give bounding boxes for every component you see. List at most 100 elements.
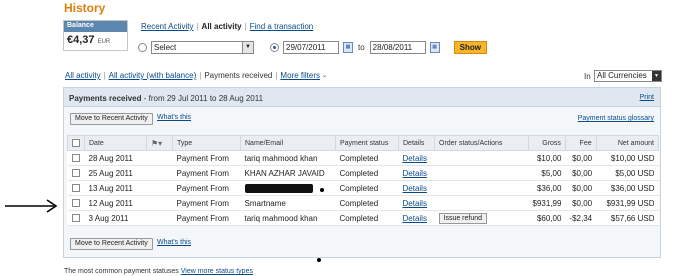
- currency-in-label: In: [584, 72, 591, 81]
- row-checkbox[interactable]: [71, 184, 80, 193]
- details-link[interactable]: Details: [403, 199, 427, 208]
- view-more-status-types-link[interactable]: View more status types: [181, 268, 253, 275]
- row-gross: $10,00: [528, 150, 566, 166]
- table-row: 25 Aug 2011 Payment From KHAN AZHAR JAVA…: [67, 165, 659, 181]
- row-type: Payment From: [172, 150, 241, 166]
- row-net: $5,00 USD: [596, 165, 659, 181]
- col-actions: Order status/Actions: [434, 135, 529, 151]
- row-name: Smartname: [240, 195, 336, 211]
- move-to-recent-button-bottom[interactable]: Move to Recent Activity: [70, 238, 153, 250]
- page-title: History: [64, 1, 106, 15]
- row-checkbox[interactable]: [71, 169, 80, 178]
- stray-dot: [320, 188, 324, 192]
- period-select[interactable]: Select ▼: [151, 40, 254, 54]
- row-fee: $0,00: [565, 195, 597, 211]
- payments-panel: Payments received - from 29 Jul 2011 to …: [63, 87, 661, 258]
- date-from-field[interactable]: 29/07/2011: [283, 40, 339, 54]
- show-button[interactable]: Show: [453, 40, 488, 54]
- row-net: $931,99 USD: [596, 195, 659, 211]
- chevron-down-icon: ⌄: [321, 73, 328, 79]
- row-fee: $0,00: [565, 150, 597, 166]
- tab-find-transaction[interactable]: Find a transaction: [247, 22, 317, 31]
- more-filters-link[interactable]: More filters ⌄: [280, 71, 327, 80]
- row-date: 25 Aug 2011: [84, 165, 173, 181]
- col-status: Payment status: [335, 135, 399, 151]
- row-net: $10,00 USD: [596, 150, 659, 166]
- whats-this-link-top[interactable]: What's this: [157, 114, 191, 121]
- transactions-table: Date ⚑▾ Type Name/Email Payment status D…: [67, 135, 660, 226]
- print-link[interactable]: Print: [640, 94, 654, 101]
- row-date: 12 Aug 2011: [84, 195, 173, 211]
- row-gross: $36,00: [528, 180, 566, 196]
- row-checkbox[interactable]: [71, 214, 80, 223]
- row-gross: $5,00: [528, 165, 566, 181]
- payment-status-glossary-link[interactable]: Payment status glossary: [578, 115, 654, 122]
- move-to-recent-button-top[interactable]: Move to Recent Activity: [70, 113, 153, 125]
- details-link[interactable]: Details: [403, 214, 427, 223]
- row-action: [434, 150, 529, 166]
- calendar-icon[interactable]: ▦: [343, 41, 353, 53]
- subtab-payments-received: Payments received: [204, 71, 273, 80]
- row-type: Payment From: [172, 195, 241, 211]
- col-net: Net amount: [595, 135, 660, 151]
- row-status: Completed: [335, 150, 399, 166]
- table-row: 3 Aug 2011 Payment From tariq mahmood kh…: [67, 210, 659, 226]
- subtab-all-activity[interactable]: All activity: [65, 71, 101, 80]
- details-link[interactable]: Details: [403, 169, 427, 178]
- row-status: Completed: [335, 165, 399, 181]
- row-date: 28 Aug 2011: [84, 150, 173, 166]
- select-all-checkbox[interactable]: [72, 139, 80, 147]
- subtab-all-activity-balance[interactable]: All activity (with balance): [109, 71, 197, 80]
- stray-dot: [317, 258, 321, 262]
- details-link[interactable]: Details: [403, 154, 427, 163]
- col-gross: Gross: [528, 135, 566, 151]
- period-select-radio[interactable]: [138, 42, 147, 52]
- currency-select[interactable]: All Currencies ▼: [594, 70, 662, 82]
- activity-subtabs: All activity | All activity (with balanc…: [65, 71, 328, 80]
- row-status: Completed: [335, 210, 399, 226]
- to-label: to: [358, 42, 365, 52]
- row-action: [434, 195, 529, 211]
- table-header-row: Date ⚑▾ Type Name/Email Payment status D…: [67, 135, 660, 151]
- balance-amount: €4,37 EUR: [67, 34, 111, 46]
- col-details: Details: [398, 135, 435, 151]
- row-status: Completed: [335, 180, 399, 196]
- row-net: $57,66 USD: [596, 210, 659, 226]
- row-status: Completed: [335, 195, 399, 211]
- col-fee: Fee: [564, 135, 597, 151]
- row-checkbox[interactable]: [71, 199, 80, 208]
- table-row: 13 Aug 2011 Payment From Completed Detai…: [67, 180, 659, 196]
- view-tabs: Recent Activity | All activity | Find a …: [138, 22, 316, 31]
- issue-refund-button[interactable]: Issue refund: [438, 212, 488, 224]
- row-date: 3 Aug 2011: [84, 210, 173, 226]
- row-action: [434, 180, 529, 196]
- tab-recent-activity[interactable]: Recent Activity: [138, 22, 196, 31]
- chevron-down-icon: ▼: [652, 71, 661, 81]
- chevron-down-icon: ▼: [242, 41, 253, 53]
- row-type: Payment From: [172, 210, 241, 226]
- redaction-mark: [244, 183, 313, 193]
- row-checkbox[interactable]: [71, 154, 80, 163]
- row-gross: $931,99: [528, 195, 566, 211]
- balance-currency: EUR: [97, 39, 111, 45]
- row-net: $36,00 USD: [596, 180, 659, 196]
- date-range-radio[interactable]: [270, 42, 279, 52]
- calendar-icon[interactable]: ▦: [429, 41, 440, 53]
- row-name: tariq mahmood khan: [240, 150, 336, 166]
- table-row: 28 Aug 2011 Payment From tariq mahmood k…: [67, 150, 659, 166]
- col-flag[interactable]: ⚑▾: [146, 135, 173, 151]
- row-fee: -$2,34: [565, 210, 597, 226]
- row-name: KHAN AZHAR JAVAID: [240, 165, 336, 181]
- col-date[interactable]: Date: [84, 135, 147, 151]
- whats-this-link-bottom[interactable]: What's this: [157, 239, 191, 246]
- tab-all-activity[interactable]: All activity: [199, 22, 245, 31]
- row-type: Payment From: [172, 180, 241, 196]
- balance-box: Balance €4,37 EUR: [63, 20, 128, 51]
- row-date: 13 Aug 2011: [84, 180, 173, 196]
- row-action: [434, 165, 529, 181]
- row-fee: $0,00: [565, 180, 597, 196]
- balance-label: Balance: [64, 21, 127, 32]
- filter-row: Select ▼ 29/07/2011 ▦ to 28/08/2011 ▦ Sh…: [138, 39, 488, 55]
- date-to-field[interactable]: 28/08/2011: [369, 40, 426, 54]
- details-link[interactable]: Details: [403, 184, 427, 193]
